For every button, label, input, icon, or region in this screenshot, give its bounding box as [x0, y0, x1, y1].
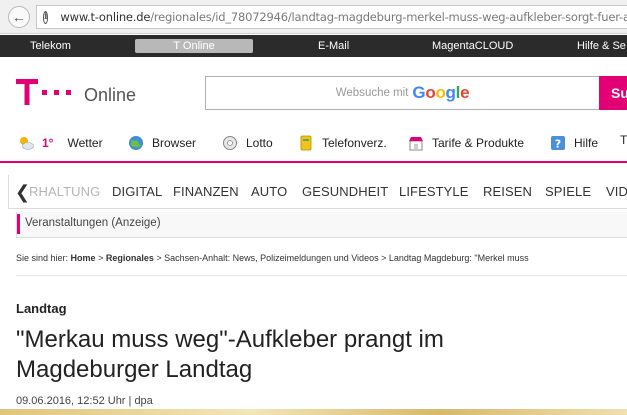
category-lifestyle[interactable]: LIFESTYLE	[399, 184, 469, 199]
sun-cloud-icon	[20, 137, 34, 150]
globe-icon	[129, 136, 143, 150]
page: ← i www.t-online.de/regionales/id_780729…	[0, 0, 627, 415]
help-label: Hilfe	[574, 136, 599, 150]
service-lotto[interactable]: Lotto	[222, 133, 273, 153]
image-preview-edge	[0, 409, 627, 415]
telekom-top-nav: Telekom T Online E-Mail MagentaCLOUD Hil…	[0, 35, 627, 57]
breadcrumb: Sie sind hier: Home > Regionales > Sachs…	[16, 253, 529, 263]
search-button[interactable]: Su	[599, 76, 627, 110]
breadcrumb-regionales[interactable]: Regionales	[106, 253, 154, 263]
category-auto[interactable]: AUTO	[251, 184, 287, 199]
google-logo: Google	[412, 83, 470, 102]
top-nav-t-online[interactable]: T Online	[135, 39, 253, 53]
category-reisen[interactable]: REISEN	[483, 184, 532, 199]
url-text: www.t-online.de/regionales/id_78072946/l…	[60, 10, 627, 24]
top-nav-help[interactable]: Hilfe & Se	[577, 35, 626, 57]
article-kicker: Landtag	[16, 301, 67, 316]
category-gesundheit[interactable]: GESUNDHEIT	[302, 184, 388, 199]
tariffs-label: Tarife & Produkte	[432, 136, 525, 150]
address-bar[interactable]: i www.t-online.de/regionales/id_78072946…	[36, 5, 627, 29]
phonebook-icon	[300, 135, 312, 151]
service-weather[interactable]: 1° Wetter	[18, 133, 103, 153]
top-nav-telekom[interactable]: Telekom	[30, 35, 71, 57]
search-placeholder: Websuche mit	[335, 87, 409, 99]
category-spiele[interactable]: SPIELE	[545, 184, 591, 199]
breadcrumb-home[interactable]: Home	[71, 253, 96, 263]
lotto-ball-icon	[223, 136, 237, 150]
category-nav: ❮ RHALTUNG DIGITAL FINANZEN AUTO GESUNDH…	[8, 175, 627, 209]
promo-accent-bar	[17, 214, 20, 234]
weather-label: Wetter	[67, 136, 103, 150]
lotto-label: Lotto	[246, 136, 273, 150]
phonebook-label: Telefonverz.	[322, 136, 387, 150]
category-unterhaltung[interactable]: RHALTUNG	[29, 184, 100, 199]
service-help[interactable]: ? Hilfe	[550, 133, 598, 153]
promo-label: Veranstaltungen (Anzeige)	[25, 217, 161, 229]
top-nav-magentacloud[interactable]: MagentaCLOUD	[432, 35, 513, 57]
browser-label: Browser	[152, 136, 197, 150]
service-overflow: T	[620, 133, 627, 147]
help-icon: ?	[551, 136, 565, 151]
arrow-left-icon: ←	[12, 9, 26, 25]
service-browser[interactable]: Browser	[128, 133, 196, 153]
breadcrumb-prefix: Sie sind hier:	[16, 253, 69, 263]
back-button[interactable]: ←	[8, 6, 30, 28]
info-icon[interactable]: i	[43, 10, 49, 24]
service-phonebook[interactable]: Telefonverz.	[298, 133, 387, 153]
web-search-input[interactable]: Websuche mit Google	[205, 76, 600, 110]
breadcrumb-rest[interactable]: Sachsen-Anhalt: News, Polizeimeldungen u…	[164, 253, 529, 263]
article-dateline: 09.06.2016, 12:52 Uhr | dpa	[16, 395, 153, 407]
promo-veranstaltungen[interactable]: Veranstaltungen (Anzeige)	[16, 212, 627, 238]
browser-toolbar: ← i www.t-online.de/regionales/id_780729…	[0, 0, 627, 34]
article-headline: "Merkau muss weg"-Aufkleber prangt im Ma…	[16, 326, 444, 383]
brand-online[interactable]: Online	[84, 85, 136, 106]
shop-icon	[409, 137, 423, 151]
category-videos[interactable]: VID	[606, 184, 627, 199]
weather-temperature: 1°	[42, 136, 54, 150]
site-header: Online Websuche mit Google Su	[0, 57, 627, 123]
category-finanzen[interactable]: FINANZEN	[173, 184, 239, 199]
divider	[16, 275, 627, 276]
svg-text:?: ?	[555, 138, 561, 151]
service-bar: 1° Wetter Browser Lotto Telefonverz. Tar…	[0, 123, 627, 163]
category-digital[interactable]: DIGITAL	[112, 184, 162, 199]
service-tariffs[interactable]: Tarife & Produkte	[408, 133, 524, 153]
top-nav-email[interactable]: E-Mail	[318, 35, 349, 57]
chevron-left-icon[interactable]: ❮	[15, 181, 30, 203]
telekom-t-logo[interactable]	[16, 79, 76, 105]
